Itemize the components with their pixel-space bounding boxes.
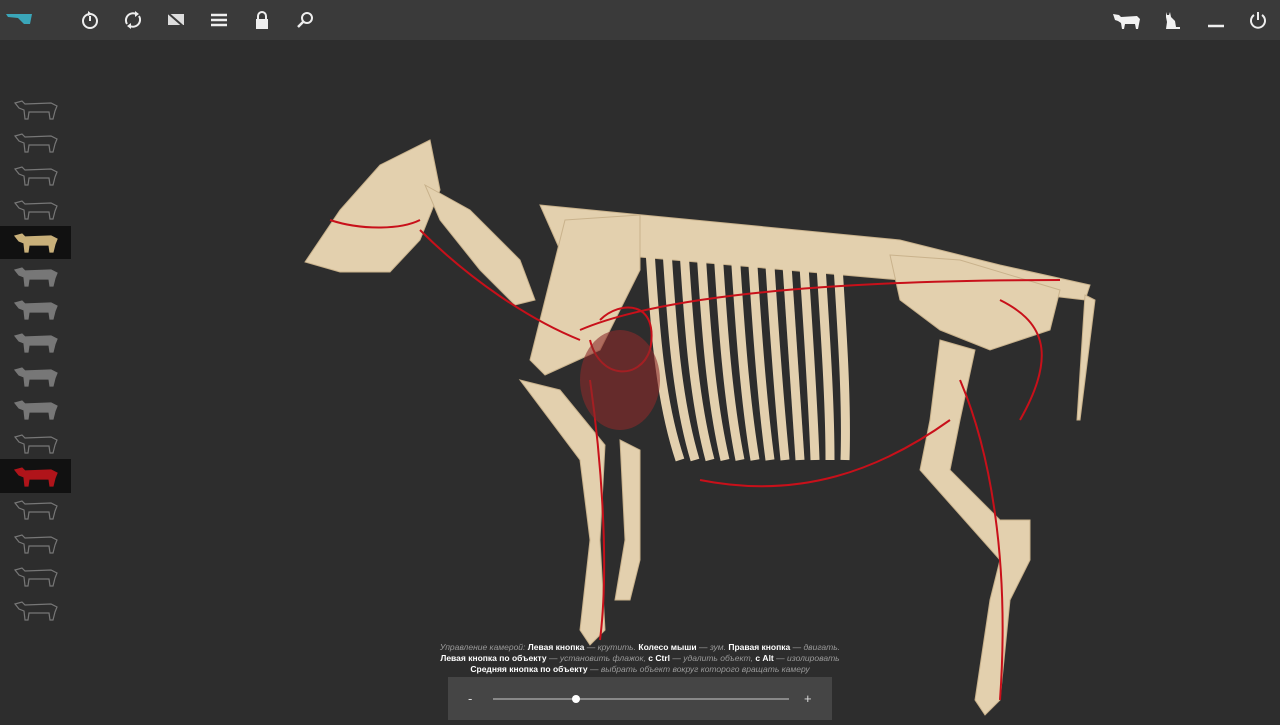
cow-skeleton-model[interactable] [72,40,1280,720]
3d-viewport[interactable] [72,40,1280,720]
layer-circulatory[interactable] [0,459,71,493]
layer-thumbnail-icon [13,500,58,520]
layer-thumbnail-icon [13,233,58,253]
zoom-slider-handle[interactable] [571,695,580,703]
cow-mode-button[interactable] [1110,8,1144,32]
rib[interactable] [764,249,790,461]
layer-thumbnail-icon [13,400,58,420]
help-key: с Alt [755,653,774,663]
cat-icon [1166,12,1180,29]
zoom-in-button[interactable]: + [804,691,812,706]
layer-organ-4[interactable] [0,359,71,392]
layer-organ-1[interactable] [0,259,71,292]
layer-body-1[interactable] [0,559,71,592]
layer-muscles-superficial[interactable] [0,125,71,158]
layer-thumbnail-icon [13,567,58,587]
rib[interactable] [832,249,850,461]
zoom-slider[interactable] [493,695,789,703]
refresh-icon [124,11,142,29]
layer-muscles-deep[interactable] [0,159,71,192]
hide-labels-button[interactable] [163,8,189,32]
top-toolbar [0,0,1280,40]
layer-organ-2[interactable] [0,292,71,325]
reset-view-button[interactable] [77,8,103,32]
menu-icon [211,13,227,27]
help-text: — выбрать объект вокруг которого вращать… [589,664,810,674]
zoom-out-button[interactable]: - [468,691,472,706]
zoom-bar: - + [448,677,832,720]
rib[interactable] [798,249,820,461]
layer-thumbnail-icon [13,100,58,120]
layer-thumbnail-icon [13,300,58,320]
layer-skeleton-dark[interactable] [0,192,71,225]
search-button[interactable] [292,8,318,32]
layer-thumbnail-icon [13,600,58,621]
layer-organ-3[interactable] [0,326,71,359]
help-text: — удалить объект, [672,653,753,663]
search-icon [297,12,313,28]
help-key: Правая кнопка [728,642,791,652]
minimize-icon [1208,24,1224,28]
help-text: — зум. [698,642,726,652]
layer-thumbnail-icon [13,133,58,153]
layer-nervous[interactable] [0,493,71,526]
layer-thumbnail-icon [13,534,58,554]
layer-thumbnail-icon [13,433,58,454]
layer-sidebar [0,92,72,626]
power-icon [1250,12,1266,29]
layer-thumbnail-icon [13,266,58,287]
layer-thumbnail-icon [13,200,58,220]
app-logo [6,14,32,24]
layer-lymphatic[interactable] [0,526,71,559]
reset-view-icon [82,11,98,29]
help-key: Левая кнопка по объекту [440,653,547,663]
layer-skin[interactable] [0,92,71,125]
help-text: — двигать. [792,642,841,652]
hide-labels-icon [167,12,185,28]
help-key: Левая кнопка [527,642,585,652]
layer-thumbnail-icon [13,367,58,387]
cat-mode-button[interactable] [1158,8,1184,32]
menu-button[interactable] [206,8,232,32]
refresh-button[interactable] [120,8,146,32]
layer-muscles-striped[interactable] [0,426,71,459]
rib[interactable] [815,249,835,461]
minimize-button[interactable] [1203,8,1229,32]
help-key: Средняя кнопка по объекту [470,664,588,674]
camera-help-text: Управление камерой: Левая кнопка — крути… [380,642,900,675]
layer-thumbnail-icon [13,166,58,187]
help-text: — крутить. [586,642,637,652]
help-text: Управление камерой: [439,642,526,652]
help-text: — изолировать [776,653,840,663]
help-text: — установить флажок, [548,653,646,663]
lock-button[interactable] [249,8,275,32]
layer-thumbnail-icon [13,333,58,354]
rib[interactable] [781,249,805,461]
help-key: Колесо мыши [638,642,697,652]
layer-organ-5[interactable] [0,393,71,426]
layer-skeleton[interactable] [0,225,71,259]
layer-thumbnail-icon [13,467,58,487]
layer-body-2[interactable] [0,593,71,626]
lock-icon [256,11,268,29]
cow-icon [1113,14,1140,29]
help-key: с Ctrl [648,653,671,663]
power-button[interactable] [1245,8,1271,32]
